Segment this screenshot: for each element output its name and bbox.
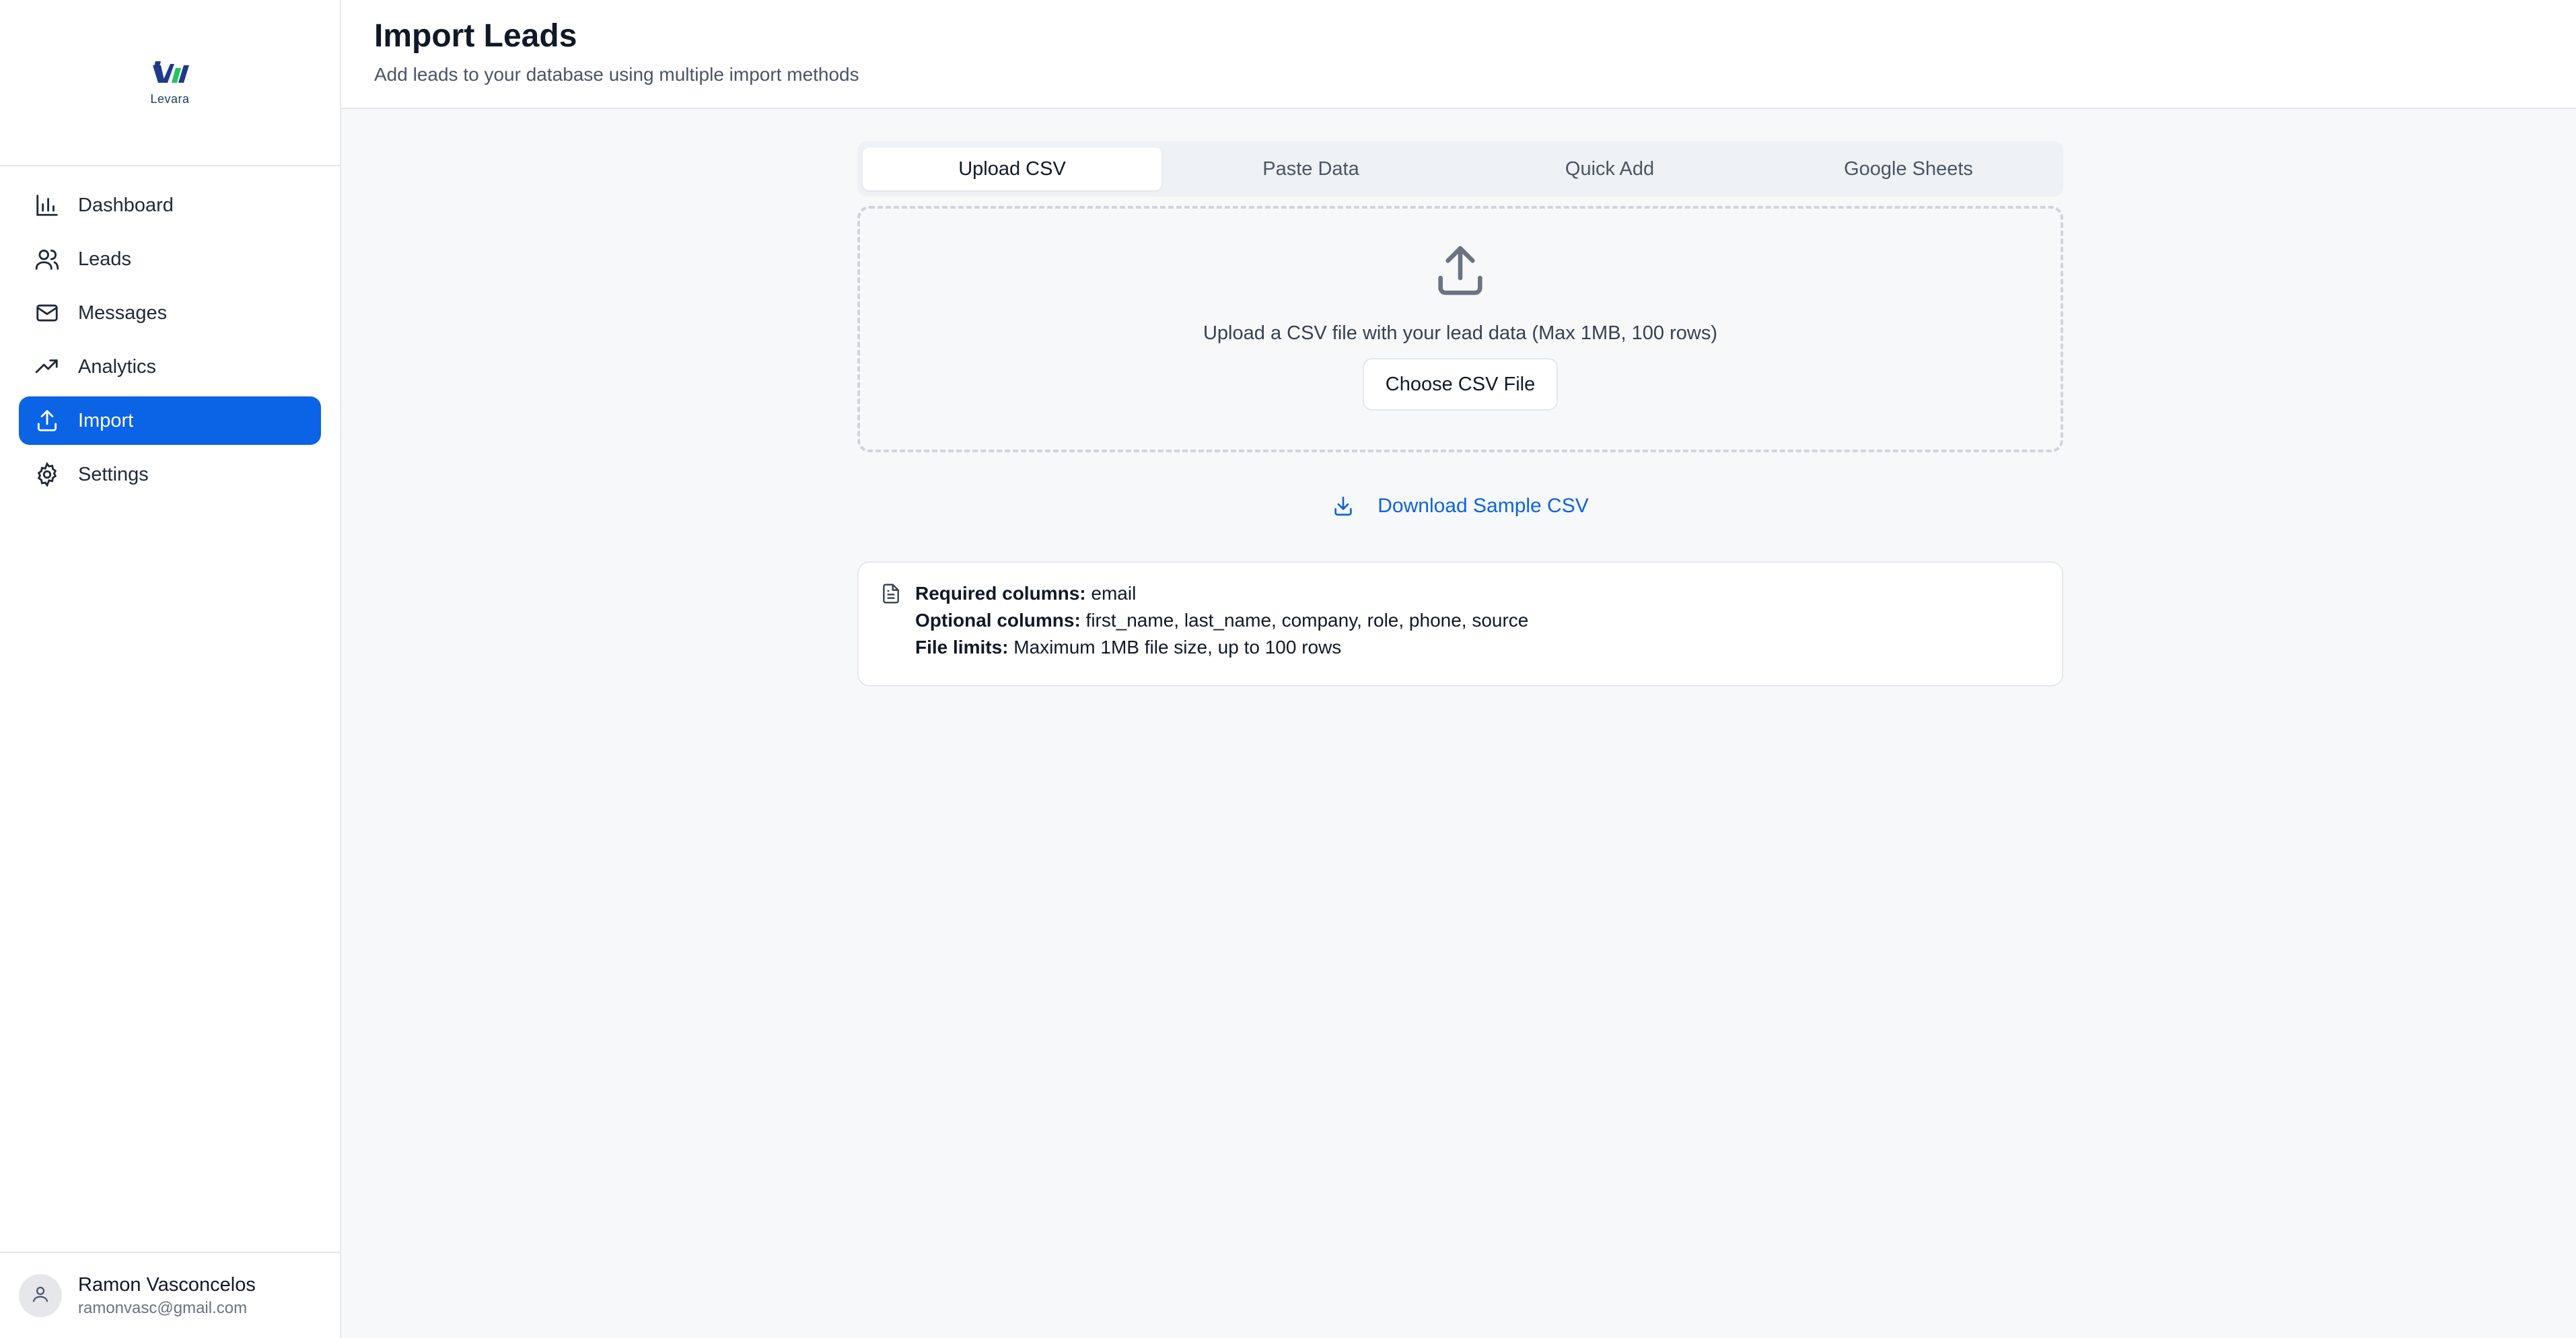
levara-logo-icon [149,59,192,91]
download-label: Download Sample CSV [1378,495,1589,517]
dropzone-text: Upload a CSV file with your lead data (M… [1203,322,1717,344]
app-root: Levara Dashboard Leads Messages Analytic… [0,0,2576,1338]
sidebar-item-leads[interactable]: Leads [19,235,321,283]
sidebar-nav: Dashboard Leads Messages Analytics Impor… [0,166,340,519]
page-title: Import Leads [374,18,577,54]
tab-quick-add[interactable]: Quick Add [1460,147,1759,190]
user-name: Ramon Vasconcelos [78,1273,256,1296]
page-subtitle: Add leads to your database using multipl… [374,64,859,85]
main-area: Import Leads Add leads to your database … [341,0,2576,1338]
sidebar-item-label: Settings [78,463,149,485]
tab-upload-csv[interactable]: Upload CSV [863,147,1161,190]
tab-paste-data[interactable]: Paste Data [1161,147,1460,190]
sidebar-item-dashboard[interactable]: Dashboard [19,181,321,230]
logo-text: Levara [150,92,190,106]
required-columns: Required columns: email [915,583,1137,604]
sidebar-item-label: Leads [78,248,132,270]
tab-google-sheets[interactable]: Google Sheets [1759,147,2058,190]
sidebar-item-label: Messages [78,302,168,324]
user-email: ramonvasc@gmail.com [78,1298,248,1317]
choose-csv-button[interactable]: Choose CSV File [1362,358,1559,411]
upload-icon [1429,241,1491,304]
document-icon [880,580,902,685]
trending-up-icon [34,353,61,380]
file-limits: File limits: Maximum 1MB file size, up t… [915,637,1342,658]
mail-icon [34,300,61,326]
csv-dropzone[interactable]: Upload a CSV file with your lead data (M… [857,206,2063,452]
sidebar-item-messages[interactable]: Messages [19,289,321,337]
upload-icon [34,407,61,434]
sidebar-item-import[interactable]: Import [19,396,321,445]
optional-columns: Optional columns: first_name, last_name,… [915,610,1529,631]
logo[interactable]: Levara [0,0,340,166]
import-tabs: Upload CSV Paste Data Quick Add Google S… [857,141,2063,197]
bar-chart-icon [34,192,61,219]
import-content: Upload CSV Paste Data Quick Add Google S… [341,109,2576,1338]
sidebar-item-analytics[interactable]: Analytics [19,343,321,391]
download-sample-link[interactable]: Download Sample CSV [857,486,2063,526]
avatar [19,1274,62,1317]
sidebar: Levara Dashboard Leads Messages Analytic… [0,0,341,1338]
gear-icon [34,461,61,488]
user-profile[interactable]: Ramon Vasconcelos ramonvasc@gmail.com [0,1252,340,1338]
download-icon [1332,495,1355,518]
csv-format-info: Required columns: email Optional columns… [857,561,2063,686]
users-icon [34,246,61,273]
user-icon [30,1284,50,1308]
sidebar-item-label: Dashboard [78,194,174,216]
sidebar-item-label: Analytics [78,355,157,378]
sidebar-item-settings[interactable]: Settings [19,450,321,499]
page-header: Import Leads Add leads to your database … [341,0,2576,109]
sidebar-item-label: Import [78,409,134,431]
